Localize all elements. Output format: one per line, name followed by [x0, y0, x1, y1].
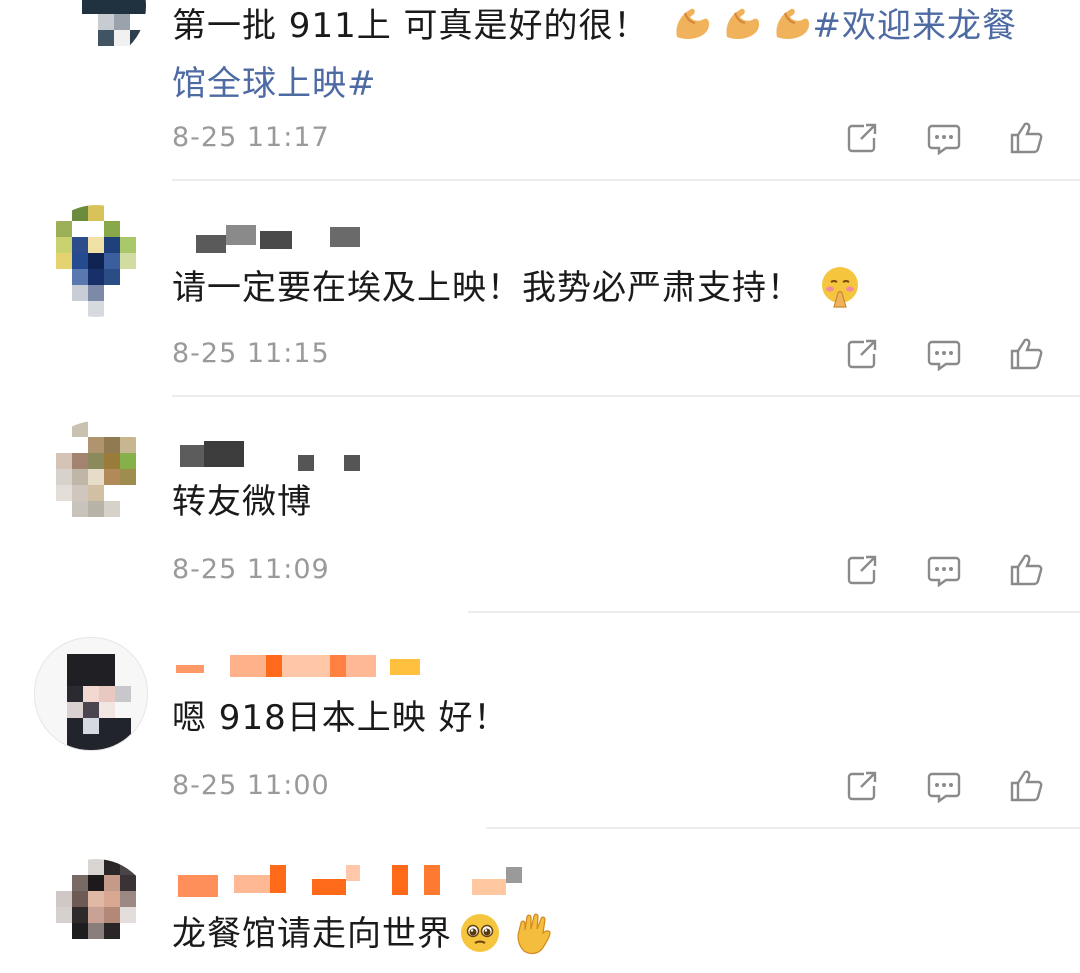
comment-timestamp: 8-25 11:00: [172, 770, 330, 801]
username-blurred[interactable]: [172, 217, 552, 257]
comment-text-body: 嗯 918日本上映 好！: [172, 698, 509, 738]
comment-timestamp: 8-25 11:09: [172, 554, 330, 585]
flexed-biceps-icon: [669, 3, 713, 47]
flexed-biceps-icon: [719, 3, 763, 47]
hashtag-link[interactable]: #欢迎来龙餐: [813, 6, 1018, 46]
like-icon[interactable]: [1006, 334, 1046, 374]
comment-actions: [842, 334, 1043, 378]
comment-text-body: 第一批 911上 可真是好的很！: [172, 6, 649, 46]
like-icon[interactable]: [1006, 766, 1046, 806]
like-icon[interactable]: [1006, 118, 1046, 158]
username-blurred[interactable]: [172, 435, 552, 475]
comment-text: 嗯 918日本上映 好！: [172, 689, 509, 747]
like-icon[interactable]: [1006, 550, 1046, 590]
avatar[interactable]: [34, 0, 146, 62]
comment-text-body: 龙餐馆请走向世界: [172, 914, 452, 954]
divider: [468, 611, 1080, 613]
avatar[interactable]: [34, 637, 148, 751]
divider: [172, 179, 1080, 181]
comment-actions: [842, 550, 1043, 594]
repost-icon[interactable]: [842, 334, 882, 374]
comment-timestamp: 8-25 11:15: [172, 338, 330, 369]
waving-hand-icon: [512, 911, 556, 955]
comment-text-body: 转友微博: [172, 482, 312, 522]
divider: [486, 827, 1080, 829]
repost-icon[interactable]: [842, 766, 882, 806]
comment-icon[interactable]: [924, 118, 964, 158]
comment-icon[interactable]: [924, 550, 964, 590]
comment-text: 转友微博: [172, 473, 312, 531]
comment-actions: [842, 766, 1043, 810]
repost-icon[interactable]: [842, 118, 882, 158]
username-blurred[interactable]: [172, 861, 552, 901]
avatar[interactable]: [40, 421, 152, 533]
comment-timestamp: 8-25 11:17: [172, 122, 330, 153]
comment-text: 龙餐馆请走向世界: [172, 905, 556, 963]
avatar[interactable]: [40, 205, 152, 317]
comment-text: 请一定要在埃及上映！我势必严肃支持！: [172, 259, 862, 317]
comment-text-body: 请一定要在埃及上映！我势必严肃支持！: [172, 268, 802, 308]
divider: [172, 395, 1080, 397]
comment-text: 第一批 911上 可真是好的很！ #欢迎来龙餐 馆全球上映#: [172, 0, 1017, 113]
pleading-hands-icon: [818, 265, 862, 309]
flexed-biceps-icon: [769, 3, 813, 47]
avatar[interactable]: [40, 859, 152, 971]
comment-feed: 第一批 911上 可真是好的很！ #欢迎来龙餐 馆全球上映# 8-25 11:17: [0, 0, 1080, 970]
comment-icon[interactable]: [924, 334, 964, 374]
pleading-face-icon: [458, 911, 502, 955]
comment-actions: [842, 118, 1043, 162]
comment-icon[interactable]: [924, 766, 964, 806]
username-blurred[interactable]: [172, 645, 552, 685]
hashtag-link-cont[interactable]: 馆全球上映#: [172, 64, 377, 104]
repost-icon[interactable]: [842, 550, 882, 590]
